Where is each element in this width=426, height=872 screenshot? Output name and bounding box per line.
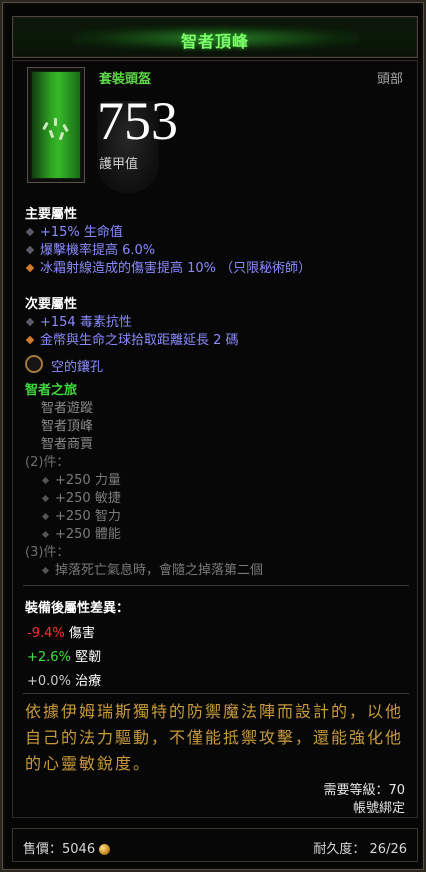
primary-stat: 冰霜射線造成的傷害提高 10% （只限秘術師） xyxy=(25,257,311,276)
primary-stat: 爆擊機率提高 6.0% xyxy=(25,239,155,258)
primary-stat-text: 爆擊機率提高 6.0% xyxy=(40,243,156,258)
diamond-bullet-icon xyxy=(25,227,35,237)
secondary-stat-text: +154 毒素抗性 xyxy=(40,315,132,330)
set-bonus-text: +250 體能 xyxy=(55,527,121,542)
compare-label: 治療 xyxy=(75,674,102,689)
compare-value: -9.4% xyxy=(27,626,65,641)
set-bonus-text: 掉落死亡氣息時，會隨之掉落第二個 xyxy=(55,563,264,578)
diamond-bullet-icon xyxy=(41,494,50,502)
divider xyxy=(23,585,409,586)
diamond-bullet-icon xyxy=(41,566,50,574)
set-bonus-text: +250 智力 xyxy=(55,509,121,524)
gold-coin-icon xyxy=(99,844,111,855)
compare-row-toughness: +2.6% 堅韌 xyxy=(27,646,101,665)
compare-title: 裝備後屬性差異： xyxy=(25,601,130,616)
set-tier-2-label: (2)件： xyxy=(25,455,70,470)
compare-label: 堅韌 xyxy=(75,650,102,665)
item-icon-frame xyxy=(27,67,85,183)
sell-price: 售價：5046 xyxy=(23,838,111,857)
tooltip-body: 套裝頭盔 頭部 753 護甲值 主要屬性 +15% 生命值 爆擊機率提高 6.0… xyxy=(12,60,418,818)
set-bonus: 掉落死亡氣息時，會隨之掉落第二個 xyxy=(41,559,263,578)
item-slot: 頭部 xyxy=(376,72,403,87)
socket-label: 空的鑲孔 xyxy=(51,360,104,375)
compare-value: +0.0% xyxy=(27,674,71,689)
secondary-stat-text: 金幣與生命之球拾取距離延長 2 碼 xyxy=(40,333,239,348)
secondary-stat: +154 毒素抗性 xyxy=(25,311,132,330)
diamond-bullet-icon xyxy=(25,245,35,255)
required-level: 需要等級：70 xyxy=(323,783,405,798)
diamond-bullet-icon xyxy=(41,530,50,538)
compare-value: +2.6% xyxy=(27,650,71,665)
set-bonus-text: +250 力量 xyxy=(55,473,121,488)
diamond-bullet-icon xyxy=(41,512,50,520)
compare-label: 傷害 xyxy=(68,626,95,641)
primary-stat: +15% 生命值 xyxy=(25,221,123,240)
legendary-diamond-bullet-icon xyxy=(25,263,35,273)
set-bonus: +250 智力 xyxy=(41,505,121,524)
tooltip-header: 智者頂峰 xyxy=(12,16,418,58)
divider xyxy=(23,693,409,694)
account-bound: 帳號綁定 xyxy=(352,801,405,816)
set-piece: 智者遊蹤 xyxy=(41,401,94,416)
secondary-stats-title: 次要屬性 xyxy=(25,297,78,312)
set-bonus: +250 力量 xyxy=(41,469,121,488)
empty-socket-icon xyxy=(25,355,43,373)
helm-icon xyxy=(31,71,81,179)
sell-price-text: 售價：5046 xyxy=(23,842,96,857)
item-name: 智者頂峰 xyxy=(180,32,249,51)
set-bonus: +250 體能 xyxy=(41,523,121,542)
compare-row-damage: -9.4% 傷害 xyxy=(27,622,95,641)
set-piece: 智者商賈 xyxy=(41,437,94,452)
diamond-bullet-icon xyxy=(25,317,35,327)
set-piece: 智者頂峰 xyxy=(41,419,94,434)
set-tier-3-label: (3)件： xyxy=(25,545,70,560)
primary-stats-title: 主要屬性 xyxy=(25,207,78,222)
legendary-diamond-bullet-icon xyxy=(25,335,35,345)
primary-stat-text: 冰霜射線造成的傷害提高 10% （只限秘術師） xyxy=(40,261,312,276)
armor-value: 753 xyxy=(97,91,178,151)
item-type: 套裝頭盔 xyxy=(99,72,152,87)
tooltip-footer: 售價：5046 耐久度： 26/26 xyxy=(12,828,418,862)
set-bonus-text: +250 敏捷 xyxy=(55,491,121,506)
primary-stat-text: +15% 生命值 xyxy=(40,225,123,240)
compare-row-healing: +0.0% 治療 xyxy=(27,670,101,689)
durability: 耐久度： 26/26 xyxy=(313,842,407,857)
armor-label: 護甲值 xyxy=(99,157,139,172)
diamond-bullet-icon xyxy=(41,476,50,484)
set-bonus: +250 敏捷 xyxy=(41,487,121,506)
secondary-stat: 金幣與生命之球拾取距離延長 2 碼 xyxy=(25,329,239,348)
set-name: 智者之旅 xyxy=(25,383,78,398)
item-tooltip: 智者頂峰 套裝頭盔 頭部 753 護甲值 主要屬性 +15% 生命值 爆擊機率提… xyxy=(0,0,426,872)
flavor-text: 依據伊姆瑞斯獨特的防禦魔法陣而設計的，以他自己的法力驅動，不僅能抵禦攻擊，還能強… xyxy=(25,702,404,773)
